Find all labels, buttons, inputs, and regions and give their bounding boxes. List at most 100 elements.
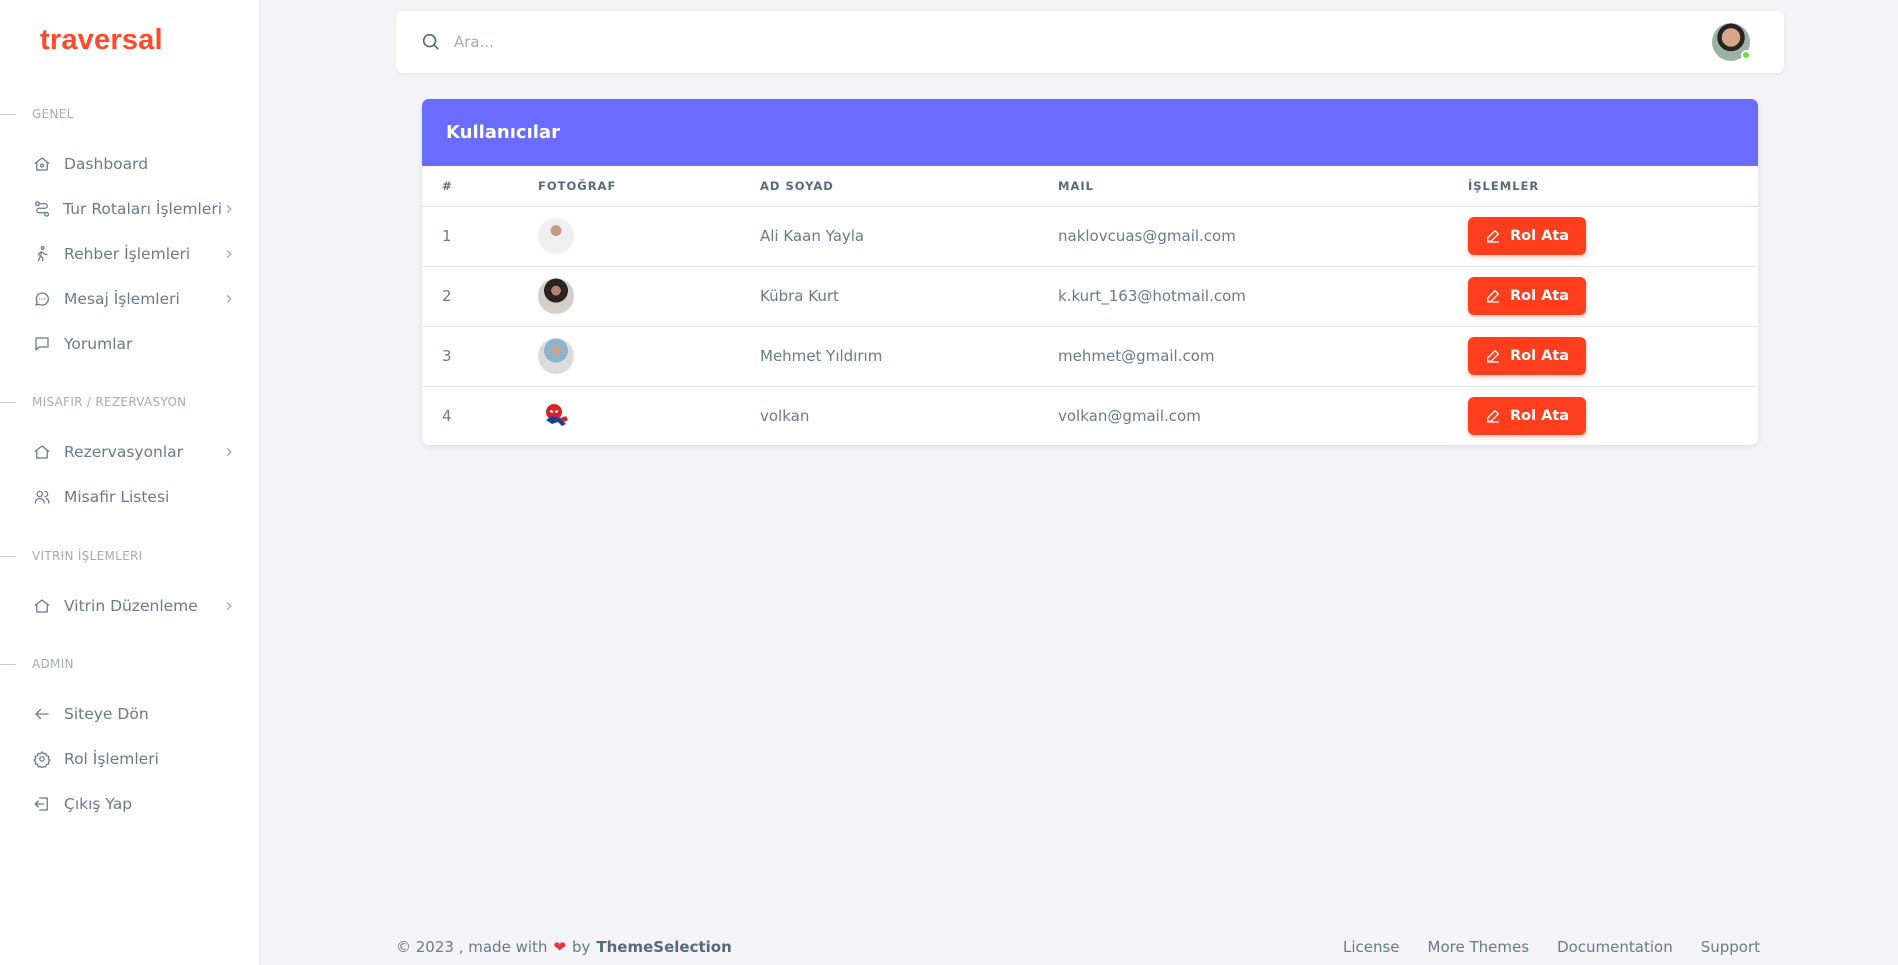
user-avatar[interactable] — [1712, 23, 1751, 61]
button-label: Rol Ata — [1509, 348, 1570, 364]
by-text: by — [571, 938, 591, 956]
cell-mail: volkan@gmail.com — [1058, 407, 1201, 426]
table-header-row: # FOTOĞRAF AD SOYAD MAIL İŞLEMLER — [422, 166, 1758, 207]
sidebar-item-label: Tur Rotaları İşlemleri — [63, 200, 222, 218]
cell-name: Ali Kaan Yayla — [760, 206, 1058, 267]
assign-role-button[interactable]: Rol Ata — [1468, 217, 1586, 255]
sidebar-item-label: Dashboard — [64, 155, 149, 173]
menu-header-genel: GENEL — [0, 104, 260, 124]
sidebar-item-rehber[interactable]: Rehber İşlemleri — [32, 236, 236, 272]
logout-icon — [32, 794, 52, 814]
assign-role-button[interactable]: Rol Ata — [1468, 277, 1586, 315]
button-label: Rol Ata — [1509, 228, 1570, 244]
cell-name: volkan — [760, 407, 810, 426]
cell-mail: k.kurt_163@hotmail.com — [1058, 266, 1468, 327]
menu-header-misafir: MISAFIR / REZERVASYON — [0, 392, 260, 412]
chevron-right-icon — [222, 599, 236, 613]
sidebar-item-tur-rotalari[interactable]: Tur Rotaları İşlemleri — [32, 191, 236, 227]
home-icon — [32, 596, 52, 616]
brand-logo[interactable]: traversal — [40, 24, 163, 57]
sidebar-item-label: Rol İşlemleri — [64, 750, 159, 768]
users-table: # FOTOĞRAF AD SOYAD MAIL İŞLEMLER 1 Ali … — [422, 166, 1758, 445]
sidebar-item-label: Yorumlar — [64, 335, 133, 353]
chevron-right-icon — [222, 445, 236, 459]
chat-icon — [32, 289, 52, 309]
sidebar-item-label: Mesaj İşlemleri — [64, 290, 180, 308]
sidebar-item-misafir-listesi[interactable]: Misafir Listesi — [32, 479, 236, 515]
assign-role-button[interactable]: Rol Ata — [1468, 397, 1586, 436]
sidebar-item-label: Vitrin Düzenleme — [64, 597, 198, 615]
footer-link-license[interactable]: License — [1343, 938, 1400, 956]
user-photo — [538, 218, 574, 254]
sidebar-item-yorumlar[interactable]: Yorumlar — [32, 326, 236, 362]
menu-header-vitrin: VITRIN İŞLEMLERI — [0, 546, 260, 566]
card-title: Kullanıcılar — [422, 99, 1758, 166]
table-row: 2 Kübra Kurt k.kurt_163@hotmail.com Rol … — [422, 266, 1758, 327]
assign-role-button[interactable]: Rol Ata — [1468, 337, 1586, 375]
footer-link-support[interactable]: Support — [1701, 938, 1760, 956]
copyright-text: © 2023 , made with — [396, 938, 548, 956]
chevron-right-icon — [222, 202, 236, 216]
table-row: 4 volkan volkan@gmail.com Rol Ata — [422, 386, 1758, 445]
walk-icon — [32, 244, 52, 264]
column-header-mail: MAIL — [1058, 166, 1468, 207]
column-header-actions: İŞLEMLER — [1468, 166, 1758, 207]
table-row: 3 Mehmet Yıldırım mehmet@gmail.com Rol A… — [422, 326, 1758, 387]
column-header-index: # — [422, 166, 538, 207]
sidebar-item-rol-islemleri[interactable]: Rol İşlemleri — [32, 741, 236, 777]
themeselection-link[interactable]: ThemeSelection — [596, 938, 731, 956]
sidebar-item-label: Rehber İşlemleri — [64, 245, 191, 263]
menu-header-admin: ADMIN — [0, 654, 260, 674]
arrow-left-icon — [32, 704, 52, 724]
edit-icon — [1485, 348, 1501, 364]
cell-name: Kübra Kurt — [760, 266, 1058, 327]
column-header-photo: FOTOĞRAF — [538, 166, 760, 207]
sidebar-item-label: Çıkış Yap — [64, 795, 133, 813]
sidebar-item-label: Siteye Dön — [64, 705, 149, 723]
footer-link-documentation[interactable]: Documentation — [1557, 938, 1673, 956]
sidebar-item-cikis-yap[interactable]: Çıkış Yap — [32, 786, 236, 822]
footer-link-more-themes[interactable]: More Themes — [1428, 938, 1530, 956]
footer-links: License More Themes Documentation Suppor… — [1315, 938, 1760, 956]
cell-mail: naklovcuas@gmail.com — [1058, 206, 1468, 267]
top-navbar — [396, 11, 1784, 73]
route-icon — [32, 199, 51, 219]
user-photo — [538, 338, 574, 374]
online-status-dot — [1741, 50, 1751, 60]
sidebar: traversal GENEL Dashboard Tur Rotaları İ… — [0, 0, 260, 965]
sidebar-item-siteye-don[interactable]: Siteye Dön — [32, 696, 236, 732]
sidebar-item-dashboard[interactable]: Dashboard — [32, 146, 236, 182]
column-header-name: AD SOYAD — [760, 166, 1058, 207]
button-label: Rol Ata — [1509, 288, 1570, 304]
cell-index: 4 — [442, 407, 452, 426]
edit-icon — [1485, 228, 1501, 244]
sidebar-item-rezervasyonlar[interactable]: Rezervasyonlar — [32, 434, 236, 470]
heart-icon: ❤ — [553, 938, 566, 956]
sidebar-item-mesaj[interactable]: Mesaj İşlemleri — [32, 281, 236, 317]
home-icon — [32, 442, 52, 462]
cell-index: 3 — [422, 326, 538, 387]
user-photo — [538, 278, 574, 314]
search-icon[interactable] — [420, 31, 442, 53]
chevron-right-icon — [222, 292, 236, 306]
sidebar-item-vitrin-duzenleme[interactable]: Vitrin Düzenleme — [32, 588, 236, 624]
cell-name: Mehmet Yıldırım — [760, 326, 1058, 387]
button-label: Rol Ata — [1509, 408, 1570, 425]
cell-index: 1 — [422, 206, 538, 267]
sidebar-item-label: Rezervasyonlar — [64, 443, 184, 461]
table-row: 1 Ali Kaan Yayla naklovcuas@gmail.com Ro… — [422, 206, 1758, 267]
sidebar-item-label: Misafir Listesi — [64, 488, 170, 506]
home-icon — [32, 154, 52, 174]
edit-icon — [1485, 288, 1501, 304]
cell-mail: mehmet@gmail.com — [1058, 326, 1468, 387]
comment-icon — [32, 334, 52, 354]
user-photo — [538, 398, 574, 434]
users-card: Kullanıcılar # FOTOĞRAF AD SOYAD MAIL İŞ… — [422, 99, 1758, 445]
chevron-right-icon — [222, 247, 236, 261]
gear-icon — [32, 749, 52, 769]
edit-icon — [1485, 408, 1501, 424]
users-icon — [32, 487, 52, 507]
footer-copyright: © 2023 , made with ❤ by ThemeSelection — [396, 938, 732, 956]
cell-index: 2 — [422, 266, 538, 327]
search-input[interactable] — [454, 29, 1054, 55]
